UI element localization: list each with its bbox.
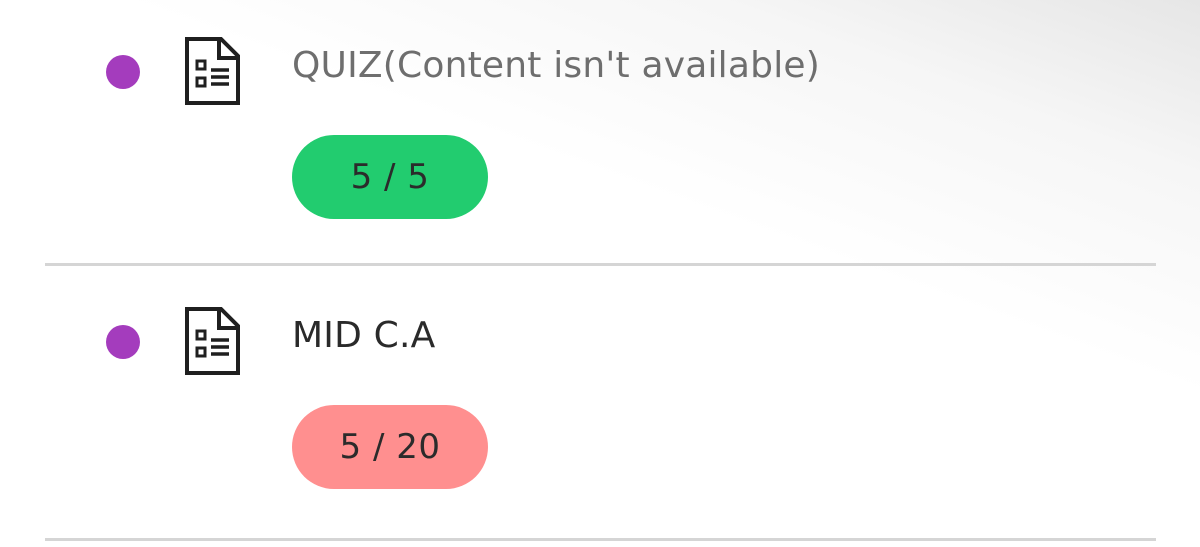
status-dot — [106, 55, 140, 89]
assessment-title: MID C.A — [292, 315, 436, 356]
divider — [45, 538, 1156, 541]
assessment-list: QUIZ(Content isn't available) 5 / 5 MID … — [0, 0, 1200, 547]
status-dot — [106, 325, 140, 359]
assessment-title: QUIZ(Content isn't available) — [292, 45, 820, 86]
assessment-item-quiz[interactable]: QUIZ(Content isn't available) 5 / 5 — [0, 0, 1200, 270]
divider — [45, 263, 1156, 266]
quiz-document-icon — [183, 306, 241, 376]
quiz-document-icon — [183, 36, 241, 106]
score-badge: 5 / 20 — [292, 405, 488, 489]
assessment-item-mid-ca[interactable]: MID C.A 5 / 20 — [0, 270, 1200, 540]
score-badge: 5 / 5 — [292, 135, 488, 219]
